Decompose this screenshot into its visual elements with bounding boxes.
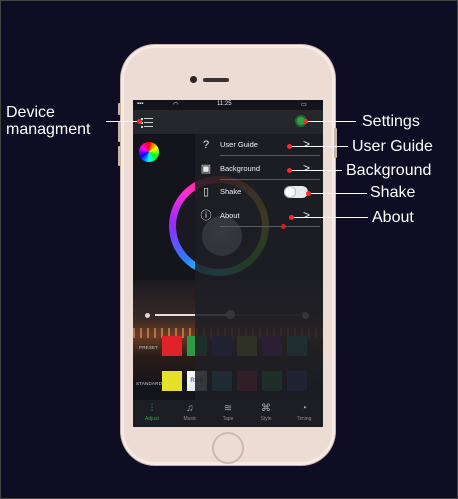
info-icon: ⓘ (200, 210, 212, 222)
command-icon: ⌘ (261, 403, 271, 414)
earpiece-speaker (203, 78, 229, 82)
status-time: 11:25 (217, 101, 232, 107)
divider (220, 179, 320, 180)
callout-dot-device (137, 119, 142, 124)
callout-settings: Settings (362, 113, 420, 130)
callout-line-device (106, 121, 139, 122)
brightness-low-icon (145, 313, 150, 318)
tape-icon: ≋ (223, 403, 233, 414)
phone-volume-up (118, 122, 121, 142)
tab-style[interactable]: ⌘ Style (247, 400, 285, 427)
app-screen: ▪▪▪ ◠ 11:25 ▭ PRESET STANDARD RGB ⫶ Adju… (133, 100, 323, 427)
callout-line-background (290, 170, 342, 171)
divider (220, 226, 320, 227)
wifi-icon: ◠ (173, 102, 179, 108)
signal-icon: ▪▪▪ (137, 101, 144, 107)
preset-swatch[interactable] (162, 336, 182, 356)
callout-dot-user-guide (287, 144, 292, 149)
front-camera (190, 76, 197, 83)
battery-icon: ▭ (301, 102, 307, 108)
question-mark-icon: ? (202, 139, 210, 151)
callout-about: About (372, 209, 414, 226)
app-header (133, 110, 323, 134)
settings-dropdown: ? User Guide > ▣ Background > ▯ Shake ⓘ … (195, 134, 323, 400)
divider (220, 155, 320, 156)
status-bar: ▪▪▪ ◠ 11:25 ▭ (133, 100, 323, 110)
home-button[interactable] (212, 432, 244, 464)
tab-music[interactable]: ♫ Music (171, 400, 209, 427)
callout-line-shake (309, 193, 367, 194)
callout-dot-shake (306, 191, 311, 196)
callout-dot-about (289, 215, 294, 220)
tab-timing[interactable]: ◔ Timing (285, 400, 323, 427)
callout-device-management: Device managment (6, 104, 91, 138)
callout-shake: Shake (370, 184, 416, 201)
sliders-icon: ⫶ (150, 403, 154, 414)
stopwatch-icon: ◔ (300, 403, 308, 414)
callout-line-user-guide (290, 146, 348, 147)
image-icon: ▣ (200, 163, 212, 175)
chevron-right-icon: > (303, 208, 311, 222)
standard-swatch[interactable] (162, 371, 182, 391)
tab-adjust[interactable]: ⫶ Adjust (133, 400, 171, 427)
bottom-tab-bar: ⫶ Adjust ♫ Music ≋ Tape ⌘ Style ◔ Timing (133, 400, 323, 427)
callout-dot-background (287, 168, 292, 173)
phone-shake-icon: ▯ (202, 186, 210, 198)
phone-side-button (118, 103, 121, 115)
device-management-icon[interactable] (141, 116, 153, 128)
menu-item-shake: ▯ Shake (195, 183, 323, 203)
callout-user-guide: User Guide (352, 138, 433, 155)
tab-tape[interactable]: ≋ Tape (209, 400, 247, 427)
callout-line-about (292, 217, 368, 218)
chevron-right-icon: > (303, 137, 311, 151)
about-indicator-dot (281, 224, 286, 229)
chevron-right-icon: > (303, 161, 311, 175)
callout-line-settings (306, 121, 356, 122)
color-palette-icon[interactable] (139, 142, 159, 162)
phone-volume-down (118, 146, 121, 166)
callout-dot-settings (303, 119, 308, 124)
phone-power-button (334, 128, 337, 158)
music-note-icon: ♫ (186, 403, 194, 414)
preset-label: PRESET (139, 345, 159, 350)
standard-label: STANDARD (136, 381, 163, 386)
shake-toggle[interactable] (284, 186, 308, 198)
callout-background: Background (346, 162, 432, 179)
